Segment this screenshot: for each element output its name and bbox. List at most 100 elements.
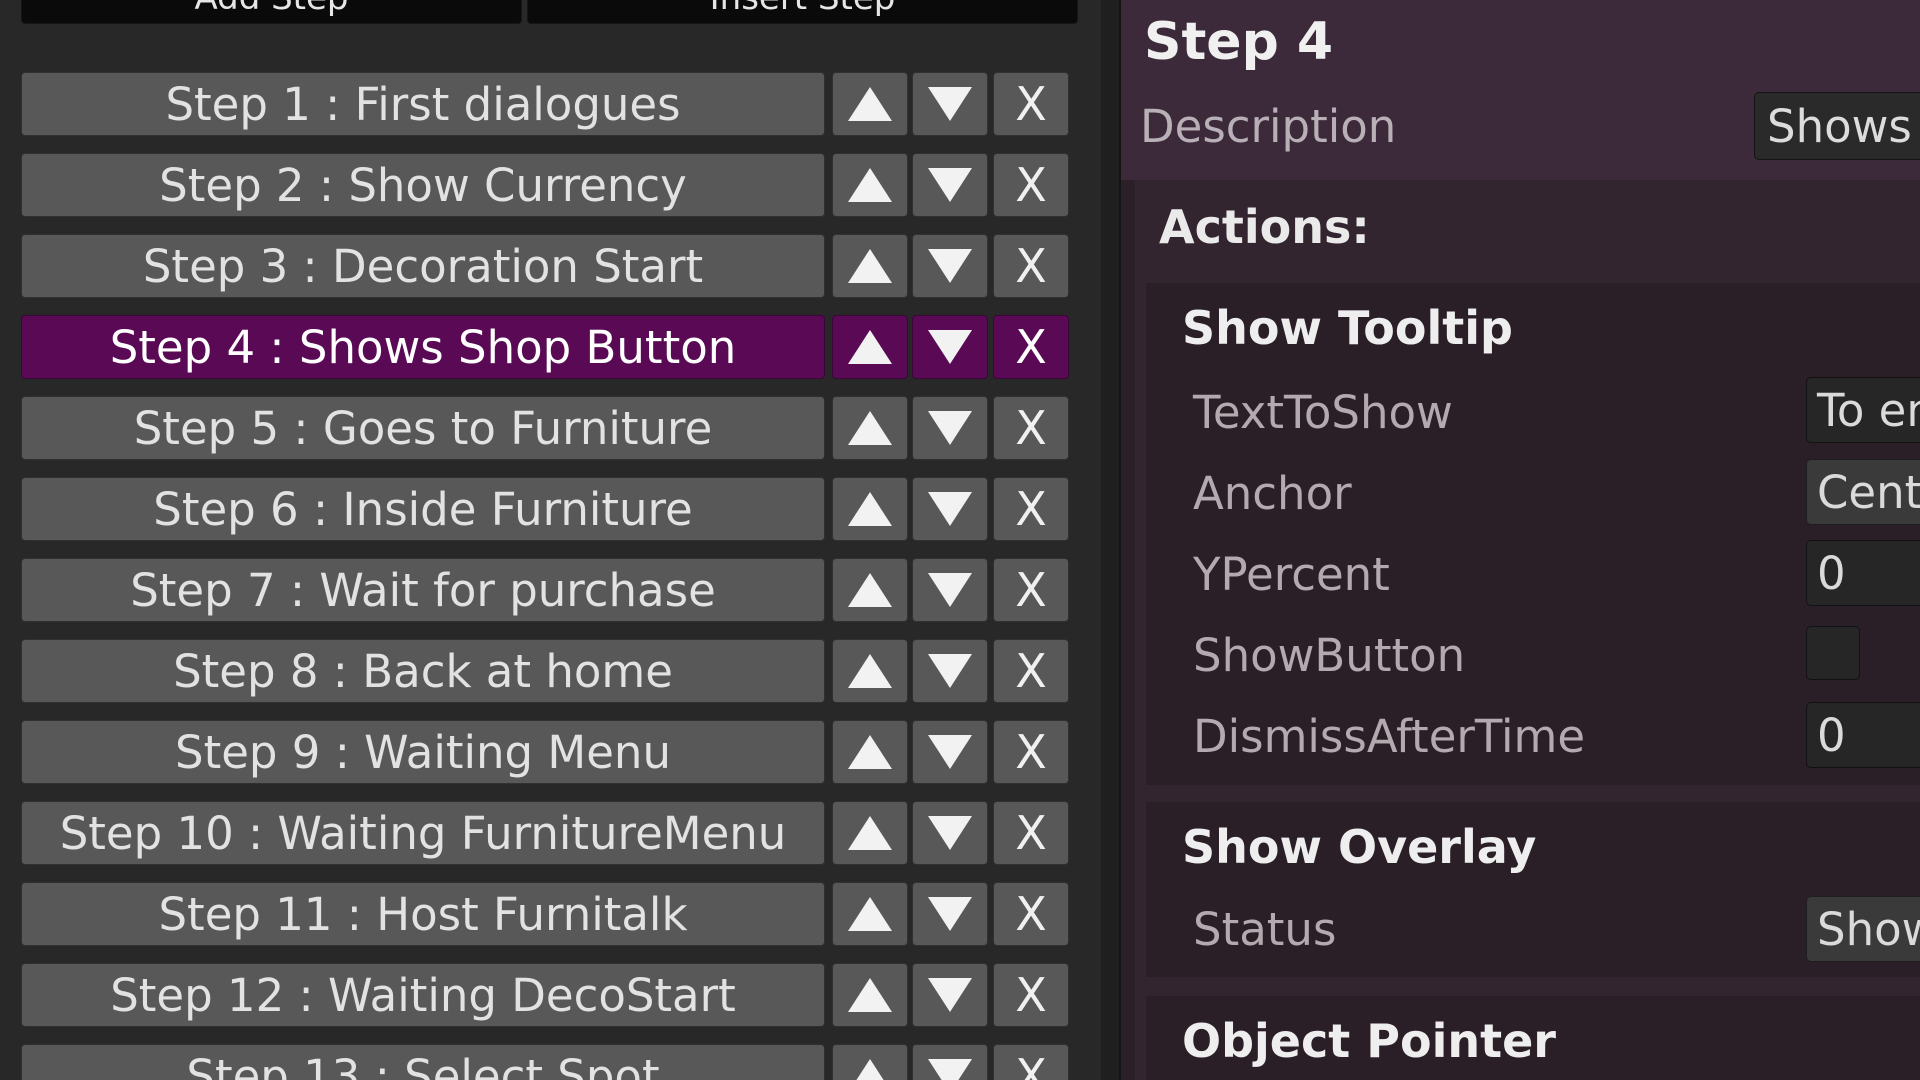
step-row: Step 3 : Decoration Start X [0,234,1101,300]
step-row: Step 1 : First dialogues X [0,72,1101,138]
dismiss-after-time-field[interactable]: 0 [1806,702,1920,768]
arrow-down-icon [928,573,972,607]
step-select-button[interactable]: Step 8 : Back at home [21,639,825,703]
arrow-up-icon [848,492,892,526]
move-up-button[interactable] [832,720,908,784]
text-to-show-label: TextToShow [1193,386,1453,439]
ypercent-label: YPercent [1193,548,1390,601]
show-button-checkbox[interactable] [1806,626,1860,680]
dismiss-after-time-label: DismissAfterTime [1193,710,1586,763]
step-select-button[interactable]: Step 2 : Show Currency [21,153,825,217]
description-label: Description [1140,100,1397,153]
arrow-up-icon [848,330,892,364]
delete-step-button[interactable]: X [993,153,1069,217]
step-select-button[interactable]: Step 10 : Waiting FurnitureMenu [21,801,825,865]
arrow-up-icon [848,573,892,607]
move-up-button[interactable] [832,72,908,136]
move-down-button[interactable] [912,963,988,1027]
step-inspector: Step 4 Description Shows Actions: Show T… [1121,0,1920,1080]
step-select-button[interactable]: Step 4 : Shows Shop Button [21,315,825,379]
show-overlay-action: Show Overlay Status Show [1146,802,1920,977]
move-up-button[interactable] [832,882,908,946]
move-up-button[interactable] [832,639,908,703]
arrow-down-icon [928,816,972,850]
delete-step-button[interactable]: X [993,477,1069,541]
object-pointer-title: Object Pointer [1182,1014,1556,1068]
step-row: Step 13 : Select Spot X [0,1044,1101,1080]
arrow-down-icon [928,330,972,364]
step-row: Step 11 : Host Furnitalk X [0,882,1101,948]
arrow-up-icon [848,168,892,202]
step-select-button[interactable]: Step 9 : Waiting Menu [21,720,825,784]
move-up-button[interactable] [832,477,908,541]
delete-step-button[interactable]: X [993,558,1069,622]
step-row: Step 7 : Wait for purchase X [0,558,1101,624]
insert-step-button[interactable]: Insert Step [527,0,1078,24]
delete-step-button[interactable]: X [993,396,1069,460]
delete-step-button[interactable]: X [993,234,1069,298]
step-row: Step 12 : Waiting DecoStart X [0,963,1101,1029]
step-select-button[interactable]: Step 1 : First dialogues [21,72,825,136]
delete-step-button[interactable]: X [993,720,1069,784]
step-title: Step 4 [1144,12,1334,72]
show-overlay-title: Show Overlay [1182,820,1537,874]
panel-splitter[interactable] [1101,0,1121,1080]
anchor-dropdown[interactable]: Cente [1806,459,1920,525]
step-row: Step 9 : Waiting Menu X [0,720,1101,786]
delete-step-button[interactable]: X [993,72,1069,136]
step-row: Step 6 : Inside Furniture X [0,477,1101,543]
step-select-button[interactable]: Step 5 : Goes to Furniture [21,396,825,460]
move-down-button[interactable] [912,234,988,298]
move-up-button[interactable] [832,801,908,865]
arrow-down-icon [928,897,972,931]
step-select-button[interactable]: Step 13 : Select Spot [21,1044,825,1080]
add-step-button[interactable]: Add Step [21,0,522,24]
move-down-button[interactable] [912,477,988,541]
arrow-up-icon [848,897,892,931]
move-down-button[interactable] [912,1044,988,1080]
arrow-up-icon [848,978,892,1012]
move-up-button[interactable] [832,153,908,217]
step-header: Step 4 Description Shows [1121,0,1920,180]
delete-step-button[interactable]: X [993,1044,1069,1080]
move-down-button[interactable] [912,315,988,379]
delete-step-button[interactable]: X [993,882,1069,946]
status-dropdown[interactable]: Show [1806,896,1920,962]
move-up-button[interactable] [832,558,908,622]
step-select-button[interactable]: Step 3 : Decoration Start [21,234,825,298]
move-down-button[interactable] [912,801,988,865]
move-down-button[interactable] [912,153,988,217]
move-up-button[interactable] [832,234,908,298]
step-select-button[interactable]: Step 12 : Waiting DecoStart [21,963,825,1027]
move-down-button[interactable] [912,396,988,460]
move-down-button[interactable] [912,639,988,703]
step-select-button[interactable]: Step 6 : Inside Furniture [21,477,825,541]
arrow-down-icon [928,735,972,769]
move-up-button[interactable] [832,315,908,379]
delete-step-button[interactable]: X [993,639,1069,703]
arrow-up-icon [848,249,892,283]
step-row: Step 10 : Waiting FurnitureMenu X [0,801,1101,867]
actions-label: Actions: [1159,200,1370,254]
step-row: Step 5 : Goes to Furniture X [0,396,1101,462]
text-to-show-field[interactable]: To en [1806,377,1920,443]
move-up-button[interactable] [832,1044,908,1080]
delete-step-button[interactable]: X [993,315,1069,379]
move-down-button[interactable] [912,558,988,622]
move-down-button[interactable] [912,882,988,946]
step-row: Step 4 : Shows Shop Button X [0,315,1101,381]
move-up-button[interactable] [832,963,908,1027]
ypercent-field[interactable]: 0 [1806,540,1920,606]
move-up-button[interactable] [832,396,908,460]
move-down-button[interactable] [912,720,988,784]
show-button-label: ShowButton [1193,629,1466,682]
step-select-button[interactable]: Step 11 : Host Furnitalk [21,882,825,946]
step-select-button[interactable]: Step 7 : Wait for purchase [21,558,825,622]
show-tooltip-title: Show Tooltip [1182,301,1513,355]
object-pointer-action: Object Pointer [1146,996,1920,1080]
delete-step-button[interactable]: X [993,963,1069,1027]
delete-step-button[interactable]: X [993,801,1069,865]
anchor-label: Anchor [1193,467,1352,520]
move-down-button[interactable] [912,72,988,136]
description-field[interactable]: Shows [1754,92,1920,160]
